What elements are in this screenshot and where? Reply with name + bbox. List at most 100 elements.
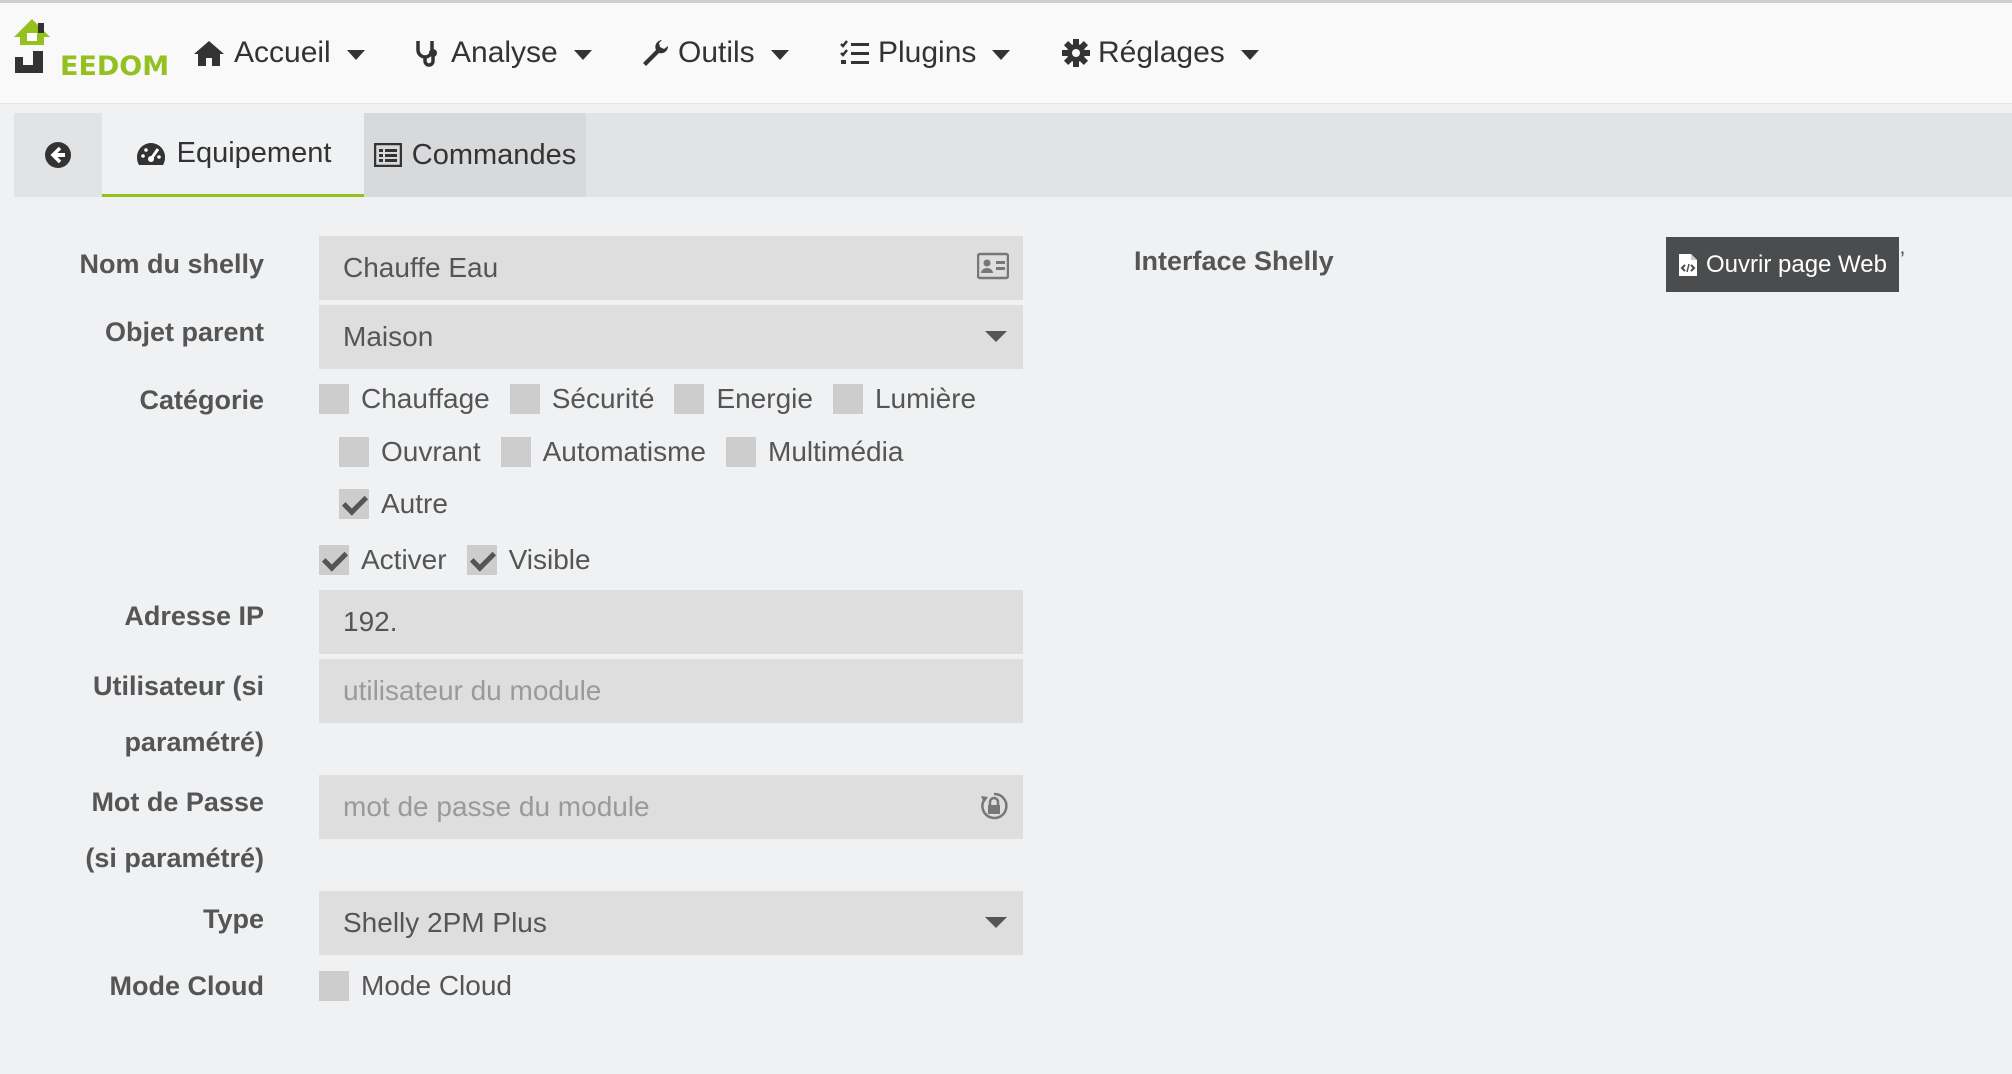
category-multimedia[interactable]: Multimédia	[726, 436, 903, 468]
ip-label: Adresse IP	[124, 601, 264, 631]
user-input[interactable]: utilisateur du module	[319, 659, 1023, 723]
enable-checkbox[interactable]: Activer	[319, 544, 447, 576]
checkbox[interactable]	[509, 384, 540, 414]
checkbox[interactable]	[832, 384, 863, 414]
user-label-line1: Utilisateur (si	[92, 671, 264, 701]
name-label: Nom du shelly	[79, 249, 264, 279]
parent-label: Objet parent	[104, 317, 264, 347]
chevron-down-icon	[985, 917, 1007, 928]
name-input[interactable]: Chauffe Eau	[319, 236, 1023, 300]
open-web-page-label: Ouvrir page Web	[1706, 250, 1887, 278]
id-card-icon	[977, 252, 1009, 280]
category-securite-label: Sécurité	[551, 383, 655, 414]
navbar: EEDOM Accueil Analyse Outils Plugins Rég…	[0, 3, 2012, 104]
arrow-circle-left-icon	[45, 142, 71, 168]
tab-bar: Equipement Commandes	[14, 113, 2012, 197]
checkbox[interactable]	[674, 384, 705, 414]
category-autre-label: Autre	[381, 488, 448, 519]
chevron-down-icon	[985, 331, 1007, 342]
category-securite[interactable]: Sécurité	[509, 383, 655, 415]
password-label-line1: Mot de Passe	[91, 787, 264, 817]
nav-reglages[interactable]: Réglages	[1062, 31, 1259, 75]
tab-commandes[interactable]: Commandes	[364, 113, 586, 197]
tasks-icon	[840, 40, 869, 64]
tachometer-icon	[136, 142, 165, 165]
nav-accueil[interactable]: Accueil	[192, 31, 365, 75]
category-energie-label: Energie	[716, 383, 813, 414]
nav-plugins-label: Plugins	[878, 36, 977, 69]
category-row-2: Ouvrant Automatisme Multimédia	[339, 436, 923, 468]
tab-back[interactable]	[14, 113, 102, 197]
status-row: Activer Visible	[319, 544, 611, 576]
checkbox[interactable]	[500, 437, 531, 467]
nav-outils[interactable]: Outils	[640, 31, 789, 75]
jeedom-logo[interactable]: EEDOM	[12, 17, 169, 87]
nav-analyse-label: Analyse	[451, 36, 558, 69]
user-label-line2: paramétré)	[124, 727, 264, 757]
enable-label: Activer	[361, 544, 447, 575]
checkbox[interactable]	[339, 437, 369, 467]
category-ouvrant[interactable]: Ouvrant	[339, 436, 481, 468]
wrench-icon	[643, 40, 669, 66]
category-label: Catégorie	[139, 385, 264, 415]
category-chauffage[interactable]: Chauffage	[319, 383, 490, 415]
chevron-down-icon	[573, 50, 592, 60]
parent-value: Maison	[343, 321, 434, 352]
ip-value: 192.	[343, 606, 398, 637]
checkbox-checked[interactable]	[339, 489, 369, 519]
password-input[interactable]: mot de passe du module	[319, 775, 1023, 839]
ip-input[interactable]: 192.	[319, 590, 1023, 654]
chevron-down-icon	[1240, 50, 1259, 60]
category-energie[interactable]: Energie	[674, 383, 813, 415]
cloud-checkbox-label: Mode Cloud	[361, 970, 512, 1001]
visible-label: Visible	[508, 544, 591, 575]
cloud-checkbox[interactable]: Mode Cloud	[319, 970, 512, 1002]
type-value: Shelly 2PM Plus	[343, 907, 547, 938]
checkbox[interactable]	[319, 384, 349, 414]
nav-plugins[interactable]: Plugins	[840, 31, 1011, 75]
nav-reglages-label: Réglages	[1098, 36, 1225, 69]
stethoscope-icon	[416, 41, 437, 67]
category-chauffage-label: Chauffage	[361, 383, 490, 414]
lock-rotate-icon	[981, 792, 1008, 820]
chevron-down-icon	[992, 50, 1011, 60]
tab-equipement-label: Equipement	[176, 137, 332, 169]
open-web-page-button[interactable]: Ouvrir page Web	[1666, 237, 1899, 292]
gear-icon	[1062, 39, 1090, 67]
chevron-down-icon	[346, 50, 365, 60]
home-icon	[194, 41, 224, 66]
checkbox-checked[interactable]	[466, 545, 497, 575]
cloud-label: Mode Cloud	[109, 971, 264, 1001]
nav-accueil-label: Accueil	[234, 36, 331, 69]
visible-checkbox[interactable]: Visible	[466, 544, 591, 576]
password-placeholder: mot de passe du module	[343, 791, 650, 822]
nav-outils-label: Outils	[678, 36, 755, 69]
category-automatisme[interactable]: Automatisme	[500, 436, 707, 468]
file-code-icon	[1679, 253, 1697, 276]
category-autre[interactable]: Autre	[339, 488, 448, 520]
checkbox[interactable]	[726, 437, 757, 467]
category-row-3: Autre	[339, 488, 468, 520]
category-ouvrant-label: Ouvrant	[381, 436, 481, 467]
checkbox-checked[interactable]	[319, 545, 349, 575]
checkbox[interactable]	[319, 971, 349, 1001]
nav-analyse[interactable]: Analyse	[413, 31, 592, 75]
name-value: Chauffe Eau	[343, 252, 499, 283]
type-label: Type	[202, 904, 264, 934]
tab-commandes-label: Commandes	[411, 138, 577, 171]
password-label-line2: (si paramétré)	[85, 843, 264, 873]
chevron-down-icon	[770, 50, 789, 60]
type-select[interactable]: Shelly 2PM Plus	[319, 891, 1023, 955]
category-lumiere-label: Lumière	[874, 383, 977, 414]
cloud-row: Mode Cloud	[319, 970, 532, 1002]
category-lumiere[interactable]: Lumière	[832, 383, 977, 415]
list-alt-icon	[373, 143, 402, 167]
interface-shelly-label: Interface Shelly	[1134, 246, 1334, 276]
category-automatisme-label: Automatisme	[542, 436, 707, 467]
logo-text: EEDOM	[60, 51, 170, 82]
category-row-1: Chauffage Sécurité Energie Lumière	[319, 383, 996, 415]
tab-equipement[interactable]: Equipement	[102, 113, 364, 197]
user-placeholder: utilisateur du module	[343, 675, 602, 706]
trailing-mark: ’	[1900, 247, 1905, 272]
parent-select[interactable]: Maison	[319, 305, 1023, 369]
